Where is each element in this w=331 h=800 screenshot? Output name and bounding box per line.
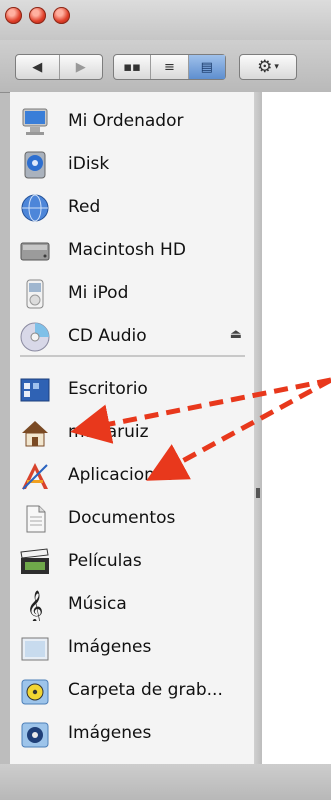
sidebar-resize-handle[interactable]: [254, 92, 262, 764]
sidebar-item-cd-audio[interactable]: CD Audio ⏏: [10, 317, 254, 357]
sidebar-item-aplicaciones[interactable]: Aplicaciones: [10, 456, 254, 496]
cd-icon: [20, 322, 50, 352]
pictures-icon: [21, 637, 49, 661]
close-window-button[interactable]: [5, 7, 22, 24]
action-menu-button[interactable]: ⚙ ▾: [239, 54, 297, 80]
sidebar-divider: [20, 355, 245, 357]
sidebar-item-label: Imágenes: [68, 723, 152, 743]
column-view-icon: ▤: [200, 59, 213, 75]
list-view-icon: ≡: [164, 59, 175, 75]
resize-grip-icon: [256, 488, 260, 498]
sidebar-item-imagenes[interactable]: Imágenes: [10, 628, 254, 668]
ipod-icon: [26, 279, 44, 309]
home-icon: [22, 421, 48, 447]
idisk-icon: [24, 151, 46, 179]
sidebar-item-label: Documentos: [68, 508, 176, 528]
forward-arrow-icon: ▶: [75, 59, 86, 75]
sidebar-item-label: Carpeta de grab...: [68, 680, 223, 700]
sidebar-item-peliculas[interactable]: Películas: [10, 542, 254, 582]
sidebar-item-documentos[interactable]: Documentos: [10, 499, 254, 539]
sidebar-item-label: Imágenes: [68, 637, 152, 657]
sidebar-item-label: iDisk: [68, 154, 110, 174]
svg-text:𝄞: 𝄞: [27, 590, 44, 621]
sidebar-item-escritorio[interactable]: Escritorio: [10, 370, 254, 410]
sidebar-item-label: Películas: [68, 551, 142, 571]
sidebar-item-label: CD Audio: [68, 326, 147, 346]
list-view-button[interactable]: ≡: [151, 55, 189, 79]
movies-icon: [20, 548, 49, 574]
back-forward-control: ◀ ▶: [15, 54, 103, 80]
applications-icon: [22, 463, 48, 490]
documents-icon: [26, 505, 46, 533]
desktop-icon: [20, 378, 50, 402]
sidebar-item-imagenes-app[interactable]: Imágenes: [10, 714, 254, 754]
sidebar-item-label: Escritorio: [68, 379, 148, 399]
icon-view-button[interactable]: ▪▪: [114, 55, 152, 79]
title-bar: [0, 0, 331, 40]
back-arrow-icon: ◀: [32, 59, 43, 75]
sidebar-item-mi-ipod[interactable]: Mi iPod: [10, 274, 254, 314]
sidebar-item-label: mariaruiz: [68, 422, 149, 442]
sidebar-item-mariaruiz[interactable]: mariaruiz: [10, 413, 254, 453]
sidebar-item-label: Macintosh HD: [68, 240, 186, 260]
sidebar-item-label: Música: [68, 594, 127, 614]
eject-icon[interactable]: ⏏: [230, 327, 242, 342]
toolbar: ◀ ▶ ▪▪ ≡ ▤ ⚙ ▾: [0, 40, 331, 93]
sidebar-item-carpeta-de-grabacion[interactable]: Carpeta de grab...: [10, 671, 254, 711]
sidebar-item-musica[interactable]: 𝄞 Música: [10, 585, 254, 625]
sidebar-item-label: Mi Ordenador: [68, 111, 184, 131]
music-icon: 𝄞: [27, 590, 44, 621]
sidebar-item-mi-ordenador[interactable]: Mi Ordenador: [10, 102, 254, 142]
computer-icon: [22, 108, 48, 135]
sidebar-item-label: Mi iPod: [68, 283, 129, 303]
chevron-down-icon: ▾: [274, 62, 279, 72]
burn-folder-icon: [21, 679, 49, 705]
network-globe-icon: [21, 194, 49, 222]
sidebar-item-label: Aplicaciones: [68, 465, 175, 485]
column-view-button[interactable]: ▤: [188, 55, 225, 79]
back-button[interactable]: ◀: [16, 55, 60, 79]
view-mode-control: ▪▪ ≡ ▤: [113, 54, 226, 80]
gear-icon: ⚙: [257, 57, 273, 77]
hard-drive-icon: [20, 242, 50, 261]
status-bar: [0, 764, 331, 800]
sidebar: Mi Ordenador iDisk Red Macintosh HD Mi i…: [10, 92, 255, 764]
sidebar-item-red[interactable]: Red: [10, 188, 254, 228]
icon-view-icon: ▪▪: [123, 59, 141, 75]
zoom-window-button[interactable]: [53, 7, 70, 24]
forward-button[interactable]: ▶: [60, 55, 103, 79]
sidebar-item-macintosh-hd[interactable]: Macintosh HD: [10, 231, 254, 271]
sidebar-item-label: Red: [68, 197, 101, 217]
sidebar-item-idisk[interactable]: iDisk: [10, 145, 254, 185]
pictures-app-icon: [21, 722, 49, 748]
minimize-window-button[interactable]: [29, 7, 46, 24]
column-view-pane[interactable]: [262, 92, 331, 764]
